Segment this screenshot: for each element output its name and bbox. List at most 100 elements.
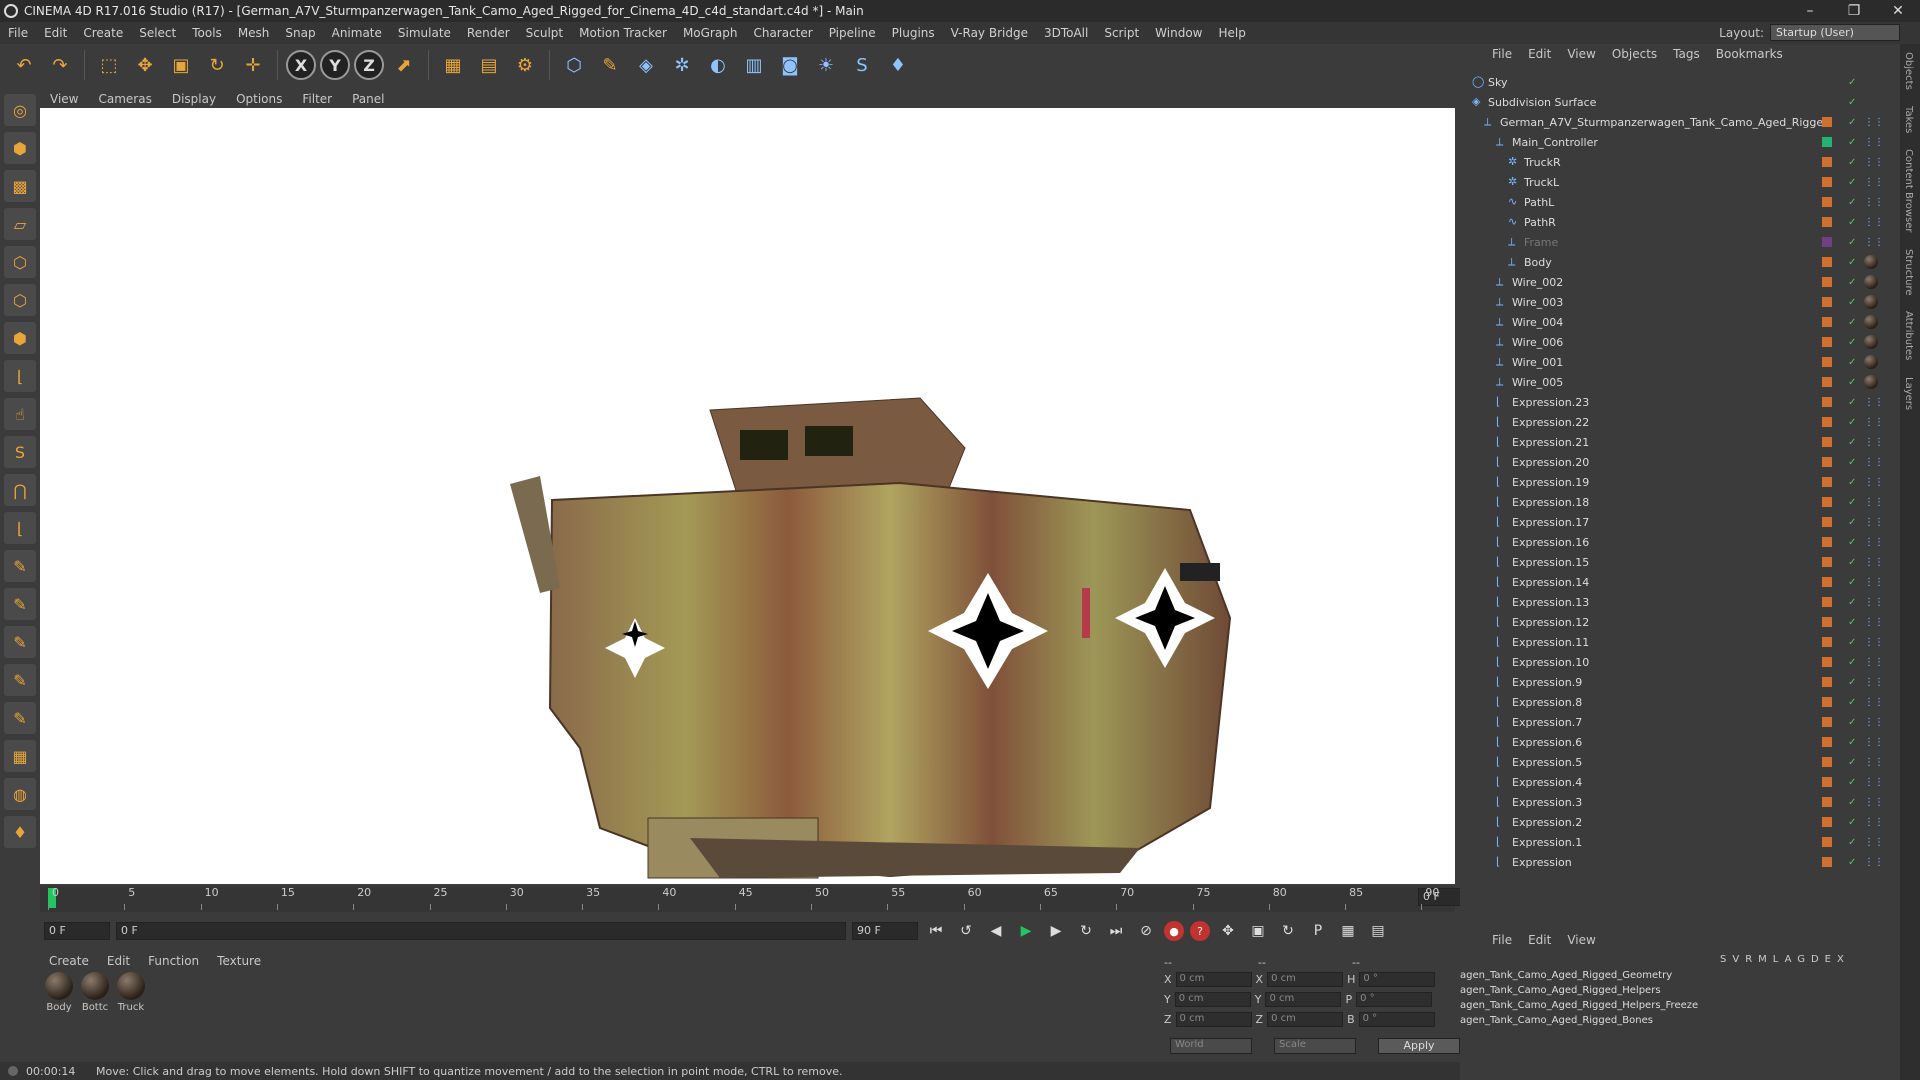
visibility-check-icon[interactable]: ✓ <box>1848 417 1856 428</box>
object-row[interactable]: ◈ Subdivision Surface ✓ <box>1460 92 1900 112</box>
workplane-icon[interactable]: ▱ <box>4 208 36 240</box>
object-row[interactable]: ⟂ Frame ✓ ⋮⋮ <box>1460 232 1900 252</box>
menu-item-window[interactable]: Window <box>1147 26 1210 40</box>
expression-tag-icon[interactable]: ⋮⋮ <box>1864 797 1884 808</box>
layer-row[interactable]: agen_Tank_Camo_Aged_Rigged_Bones <box>1460 1015 1653 1029</box>
expression-tag-icon[interactable]: ⋮⋮ <box>1864 617 1884 628</box>
layer-menu-file[interactable]: File <box>1484 933 1520 947</box>
visibility-check-icon[interactable]: ✓ <box>1848 477 1856 488</box>
layer-color-tag[interactable] <box>1822 157 1832 167</box>
object-row[interactable]: ⌊ Expression.20 ✓ ⋮⋮ <box>1460 452 1900 472</box>
layer-color-tag[interactable] <box>1822 557 1832 567</box>
expression-tag-icon[interactable]: ⋮⋮ <box>1864 757 1884 768</box>
object-menu-bookmarks[interactable]: Bookmarks <box>1708 47 1791 61</box>
viewport-menu-options[interactable]: Options <box>226 92 292 106</box>
layer-color-tag[interactable] <box>1822 757 1832 767</box>
expression-tag-icon[interactable]: ⋮⋮ <box>1864 197 1884 208</box>
menu-item-plugins[interactable]: Plugins <box>884 26 943 40</box>
expression-tag-icon[interactable]: ⋮⋮ <box>1864 817 1884 828</box>
object-row[interactable]: ⌊ Expression.9 ✓ ⋮⋮ <box>1460 672 1900 692</box>
next-frame-icon[interactable]: ▶ <box>1044 919 1068 943</box>
object-row[interactable]: ⌊ Expression.6 ✓ ⋮⋮ <box>1460 732 1900 752</box>
undo-icon[interactable]: ↶ <box>8 49 40 81</box>
material-tag-icon[interactable] <box>1864 315 1878 329</box>
key-pla-icon[interactable]: ▦ <box>1336 919 1360 943</box>
layer-row[interactable]: agen_Tank_Camo_Aged_Rigged_Helpers_Freez… <box>1460 1000 1698 1014</box>
material-tag-icon[interactable] <box>1864 255 1878 269</box>
object-row[interactable]: ⟂ Body ✓ <box>1460 252 1900 272</box>
viewport-menu-filter[interactable]: Filter <box>292 92 342 106</box>
layer-row[interactable]: agen_Tank_Camo_Aged_Rigged_Geometry <box>1460 970 1672 984</box>
expression-tag-icon[interactable]: ⋮⋮ <box>1864 557 1884 568</box>
visibility-check-icon[interactable]: ✓ <box>1848 757 1856 768</box>
expression-tag-icon[interactable]: ⋮⋮ <box>1864 437 1884 448</box>
make-editable-icon[interactable]: ◎ <box>4 94 36 126</box>
object-row[interactable]: ⌊ Expression.8 ✓ ⋮⋮ <box>1460 692 1900 712</box>
visibility-check-icon[interactable]: ✓ <box>1848 557 1856 568</box>
coordinate-world-dropdown[interactable]: World <box>1170 1038 1252 1054</box>
x-axis-lock-button[interactable]: X <box>286 50 316 80</box>
object-row[interactable]: ⟂ Wire_004 ✓ <box>1460 312 1900 332</box>
object-row[interactable]: ⌊ Expression.11 ✓ ⋮⋮ <box>1460 632 1900 652</box>
y-axis-lock-button[interactable]: Y <box>320 50 350 80</box>
visibility-check-icon[interactable]: ✓ <box>1848 237 1856 248</box>
layer-color-tag[interactable] <box>1822 297 1832 307</box>
key-rotation-icon[interactable]: ↻ <box>1276 919 1300 943</box>
visibility-check-icon[interactable]: ✓ <box>1848 657 1856 668</box>
layer-color-tag[interactable] <box>1822 717 1832 727</box>
expression-tag-icon[interactable]: ⋮⋮ <box>1864 637 1884 648</box>
visibility-check-icon[interactable]: ✓ <box>1848 597 1856 608</box>
layer-color-tag[interactable] <box>1822 797 1832 807</box>
side-tab-objects[interactable]: Objects <box>1900 44 1917 98</box>
visibility-check-icon[interactable]: ✓ <box>1848 277 1856 288</box>
object-row[interactable]: ⌊ Expression.15 ✓ ⋮⋮ <box>1460 552 1900 572</box>
z-axis-lock-button[interactable]: Z <box>354 50 384 80</box>
visibility-check-icon[interactable]: ✓ <box>1848 137 1856 148</box>
expression-tag-icon[interactable]: ⋮⋮ <box>1864 657 1884 668</box>
object-row[interactable]: ⌊ Expression.2 ✓ ⋮⋮ <box>1460 812 1900 832</box>
visibility-check-icon[interactable]: ✓ <box>1848 497 1856 508</box>
layer-color-tag[interactable] <box>1822 517 1832 527</box>
visibility-check-icon[interactable]: ✓ <box>1848 777 1856 788</box>
visibility-check-icon[interactable]: ✓ <box>1848 337 1856 348</box>
layer-menu-view[interactable]: View <box>1559 933 1603 947</box>
coord-value-field[interactable]: 0 cm <box>1267 1012 1344 1027</box>
object-menu-objects[interactable]: Objects <box>1604 47 1665 61</box>
menu-item-pipeline[interactable]: Pipeline <box>821 26 884 40</box>
menu-item-sculpt[interactable]: Sculpt <box>518 26 571 40</box>
layer-color-tag[interactable] <box>1822 577 1832 587</box>
material-tag-icon[interactable] <box>1864 335 1878 349</box>
layer-color-tag[interactable] <box>1822 257 1832 267</box>
menu-item-create[interactable]: Create <box>75 26 131 40</box>
layer-color-tag[interactable] <box>1822 357 1832 367</box>
visibility-check-icon[interactable]: ✓ <box>1848 77 1856 88</box>
layer-color-tag[interactable] <box>1822 677 1832 687</box>
object-row[interactable]: ⌊ Expression.21 ✓ ⋮⋮ <box>1460 432 1900 452</box>
material-tag-icon[interactable] <box>1864 275 1878 289</box>
redo-icon[interactable]: ↷ <box>44 49 76 81</box>
visibility-check-icon[interactable]: ✓ <box>1848 677 1856 688</box>
object-row[interactable]: ⌊ Expression.14 ✓ ⋮⋮ <box>1460 572 1900 592</box>
layer-color-tag[interactable] <box>1822 377 1832 387</box>
preview-range-slider[interactable]: 0 F <box>116 922 846 940</box>
layer-color-tag[interactable] <box>1822 217 1832 227</box>
material-tag-icon[interactable] <box>1864 375 1878 389</box>
side-tab-content-browser[interactable]: Content Browser <box>1900 141 1917 240</box>
object-row[interactable]: ⌊ Expression.17 ✓ ⋮⋮ <box>1460 512 1900 532</box>
go-to-end-icon[interactable]: ⏭ <box>1104 919 1128 943</box>
keyframe-selection-icon[interactable]: ⊘ <box>1134 919 1158 943</box>
edges-mode-icon[interactable]: ⬡ <box>4 284 36 316</box>
expression-tag-icon[interactable]: ⋮⋮ <box>1864 777 1884 788</box>
layer-color-tag[interactable] <box>1822 817 1832 827</box>
visibility-check-icon[interactable]: ✓ <box>1848 737 1856 748</box>
expression-tag-icon[interactable]: ⋮⋮ <box>1864 837 1884 848</box>
key-position-icon[interactable]: ✥ <box>1216 919 1240 943</box>
visibility-check-icon[interactable]: ✓ <box>1848 317 1856 328</box>
coord-value-field[interactable]: 0 cm <box>1174 992 1251 1007</box>
object-row[interactable]: ⟂ Wire_003 ✓ <box>1460 292 1900 312</box>
expression-tag-icon[interactable]: ⋮⋮ <box>1864 417 1884 428</box>
visibility-check-icon[interactable]: ✓ <box>1848 177 1856 188</box>
object-row[interactable]: ⌊ Expression.16 ✓ ⋮⋮ <box>1460 532 1900 552</box>
autokey-icon[interactable]: ? <box>1190 921 1210 941</box>
texture-mode-icon[interactable]: ▩ <box>4 170 36 202</box>
